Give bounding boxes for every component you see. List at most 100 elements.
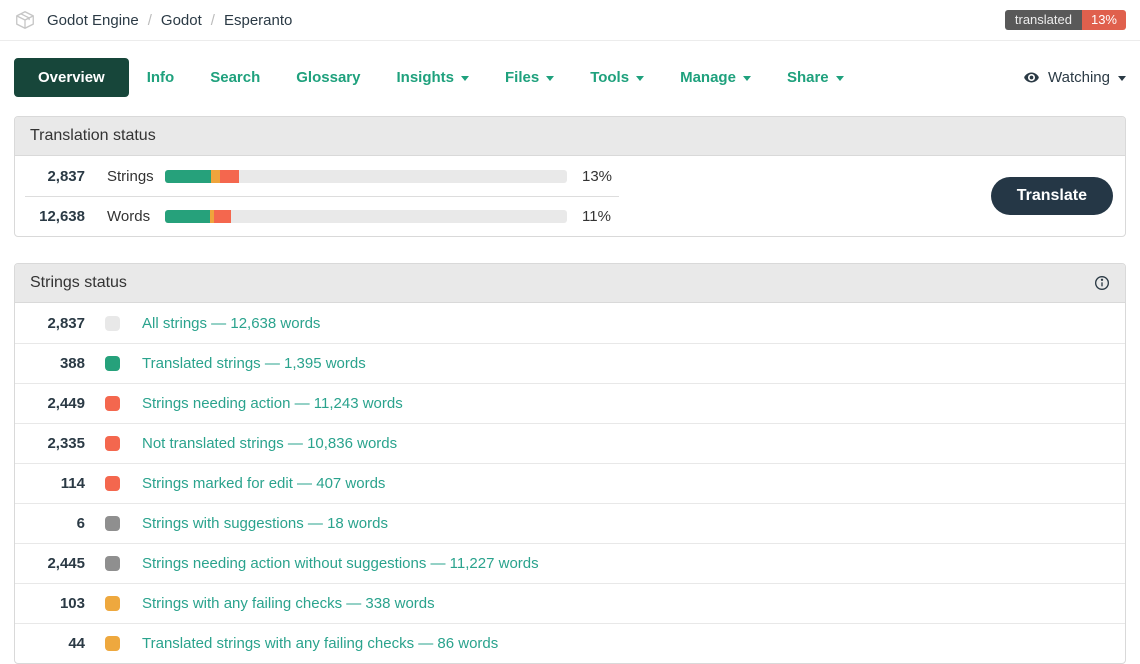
- strings-status-row: 44 Translated strings with any failing c…: [15, 623, 1125, 663]
- translate-button[interactable]: Translate: [991, 177, 1113, 215]
- nav-tab-label: Manage: [680, 69, 736, 86]
- chevron-down-icon: [461, 76, 469, 81]
- nav-tab-label: Files: [505, 69, 539, 86]
- info-icon[interactable]: [1094, 275, 1110, 291]
- translation-status-rows: 2,837 Strings 13% 12,638 Words 11%: [25, 156, 619, 236]
- breadcrumb-link[interactable]: Godot Engine: [47, 12, 139, 29]
- status-color-square: [105, 436, 120, 451]
- nav-tab-label: Overview: [38, 69, 105, 86]
- string-count: 6: [25, 515, 85, 532]
- progress-bar[interactable]: [165, 210, 567, 223]
- strings-status-header: Strings status: [15, 264, 1125, 303]
- progress-segment: [214, 210, 231, 223]
- nav-tab-tools[interactable]: Tools: [572, 58, 662, 97]
- translation-status-row: 12,638 Words 11%: [25, 196, 619, 236]
- string-count: 114: [25, 475, 85, 492]
- breadcrumb: Godot Engine / Godot / Esperanto: [47, 12, 292, 29]
- strings-filter-link[interactable]: Strings needing action without suggestio…: [142, 555, 539, 572]
- strings-status-row: 6 Strings with suggestions — 18 words: [15, 503, 1125, 543]
- nav-tab-label: Glossary: [296, 69, 360, 86]
- nav-tab-label: Tools: [590, 69, 629, 86]
- nav-tab-files[interactable]: Files: [487, 58, 572, 97]
- strings-filter-link[interactable]: Translated strings with any failing chec…: [142, 635, 498, 652]
- row-label: Words: [107, 208, 165, 225]
- watching-dropdown[interactable]: Watching: [1023, 69, 1126, 86]
- strings-filter-link[interactable]: Strings with any failing checks — 338 wo…: [142, 595, 435, 612]
- strings-status-row: 388 Translated strings — 1,395 words: [15, 343, 1125, 383]
- strings-status-rows: 2,837 All strings — 12,638 words 388 Tra…: [15, 303, 1125, 663]
- badge-label: translated: [1005, 10, 1082, 30]
- strings-filter-link[interactable]: Strings marked for edit — 407 words: [142, 475, 385, 492]
- percent-value: 13%: [582, 168, 612, 185]
- strings-status-row: 2,445 Strings needing action without sug…: [15, 543, 1125, 583]
- nav-tab-label: Share: [787, 69, 829, 86]
- breadcrumb-bar: Godot Engine / Godot / Esperanto translated …: [0, 0, 1140, 41]
- project-package-icon: [14, 9, 36, 31]
- nav-tab-share[interactable]: Share: [769, 58, 862, 97]
- watching-label: Watching: [1048, 69, 1110, 86]
- nav-tab-glossary[interactable]: Glossary: [278, 58, 378, 97]
- nav-tab-search[interactable]: Search: [192, 58, 278, 97]
- translation-status-row: 2,837 Strings 13%: [25, 156, 619, 196]
- strings-status-row: 114 Strings marked for edit — 407 words: [15, 463, 1125, 503]
- string-count: 2,335: [25, 435, 85, 452]
- translation-status-header: Translation status: [15, 117, 1125, 156]
- string-count: 2,837: [25, 168, 85, 185]
- status-color-square: [105, 476, 120, 491]
- main-nav: Overview Info Search Glossary Insights F…: [0, 41, 1140, 116]
- strings-status-row: 2,449 Strings needing action — 11,243 wo…: [15, 383, 1125, 423]
- panel-title: Translation status: [30, 127, 156, 145]
- status-color-square: [105, 636, 120, 651]
- status-color-square: [105, 356, 120, 371]
- string-count: 2,837: [25, 315, 85, 332]
- nav-tab-label: Search: [210, 69, 260, 86]
- percent-value: 11%: [582, 208, 611, 225]
- progress-segment: [165, 170, 211, 183]
- status-color-square: [105, 316, 120, 331]
- nav-tab-insights[interactable]: Insights: [378, 58, 487, 97]
- progress-segment: [220, 170, 238, 183]
- strings-status-row: 2,335 Not translated strings — 10,836 wo…: [15, 423, 1125, 463]
- strings-status-row: 103 Strings with any failing checks — 33…: [15, 583, 1125, 623]
- chevron-down-icon: [546, 76, 554, 81]
- strings-status-panel: Strings status 2,837 All strings — 12,63…: [14, 263, 1126, 664]
- nav-tab-manage[interactable]: Manage: [662, 58, 769, 97]
- chevron-down-icon: [836, 76, 844, 81]
- breadcrumb-link[interactable]: Esperanto: [224, 12, 292, 29]
- string-count: 44: [25, 635, 85, 652]
- breadcrumb-separator: /: [148, 12, 152, 29]
- progress-segment: [211, 170, 220, 183]
- progress-bar[interactable]: [165, 170, 567, 183]
- nav-tab-label: Info: [147, 69, 175, 86]
- status-color-square: [105, 396, 120, 411]
- strings-filter-link[interactable]: Not translated strings — 10,836 words: [142, 435, 397, 452]
- string-count: 2,445: [25, 555, 85, 572]
- eye-icon: [1023, 69, 1040, 86]
- chevron-down-icon: [1118, 76, 1126, 81]
- nav-tabs-container: Overview Info Search Glossary Insights F…: [14, 58, 862, 97]
- progress-segment: [165, 210, 210, 223]
- status-color-square: [105, 556, 120, 571]
- nav-tab-overview[interactable]: Overview: [14, 58, 129, 97]
- strings-filter-link[interactable]: Strings needing action — 11,243 words: [142, 395, 403, 412]
- status-color-square: [105, 596, 120, 611]
- strings-status-row: 2,837 All strings — 12,638 words: [15, 303, 1125, 343]
- string-count: 388: [25, 355, 85, 372]
- string-count: 12,638: [25, 208, 85, 225]
- chevron-down-icon: [636, 76, 644, 81]
- strings-filter-link[interactable]: All strings — 12,638 words: [142, 315, 320, 332]
- status-color-square: [105, 516, 120, 531]
- strings-filter-link[interactable]: Translated strings — 1,395 words: [142, 355, 366, 372]
- strings-filter-link[interactable]: Strings with suggestions — 18 words: [142, 515, 388, 532]
- breadcrumb-separator: /: [211, 12, 215, 29]
- chevron-down-icon: [743, 76, 751, 81]
- badge-value: 13%: [1082, 10, 1126, 30]
- nav-tab-info[interactable]: Info: [129, 58, 193, 97]
- panel-title: Strings status: [30, 274, 127, 292]
- translated-percent-badge: translated 13%: [1005, 10, 1126, 30]
- nav-tab-label: Insights: [396, 69, 454, 86]
- translation-status-body: 2,837 Strings 13% 12,638 Words 11% Trans…: [15, 156, 1125, 236]
- string-count: 2,449: [25, 395, 85, 412]
- breadcrumb-link[interactable]: Godot: [161, 12, 202, 29]
- row-label: Strings: [107, 168, 165, 185]
